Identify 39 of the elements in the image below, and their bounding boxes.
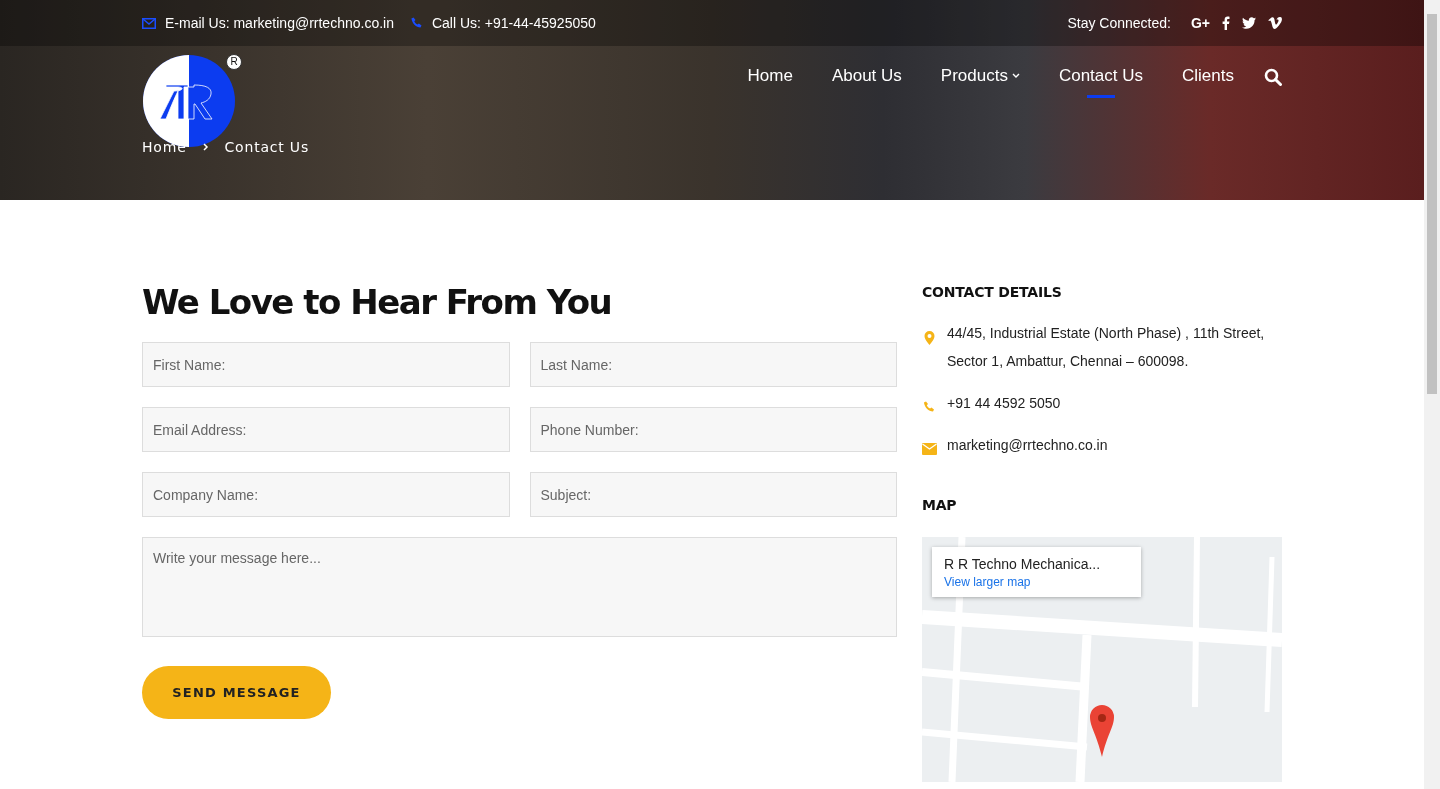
message-field[interactable]: Write your message here...: [142, 537, 897, 637]
chevron-icon: [202, 143, 209, 151]
vimeo-icon[interactable]: [1268, 17, 1282, 29]
map-pin-icon: [1090, 705, 1114, 757]
form-heading: We Love to Hear From You: [142, 282, 613, 322]
envelope-icon: [142, 17, 156, 29]
send-message-button[interactable]: SEND MESSAGE: [142, 666, 331, 719]
twitter-icon[interactable]: [1242, 17, 1256, 29]
input-field[interactable]: Company Name:: [142, 472, 510, 517]
map-heading: MAP: [922, 497, 958, 513]
phone-text: +91 44 4592 5050: [947, 394, 1061, 413]
nav-link[interactable]: Clients: [1182, 66, 1234, 98]
input-field[interactable]: Subject:: [529, 472, 897, 517]
nav-link[interactable]: Products: [940, 66, 1020, 98]
nav-link[interactable]: About Us: [831, 66, 902, 98]
nav-link[interactable]: Contact Us: [1058, 66, 1144, 98]
input-field[interactable]: First Name:: [142, 342, 510, 387]
google-plus-link[interactable]: G+: [1190, 15, 1210, 31]
map-pin-icon: [922, 331, 937, 345]
phone-text: Call Us: +91-44-45925050: [431, 15, 596, 31]
facebook-icon[interactable]: [1222, 16, 1230, 30]
input-field[interactable]: Email Address:: [142, 407, 510, 452]
email-text: E-mail Us: marketing@rrtechno.co.in: [165, 15, 394, 31]
breadcrumb-current[interactable]: Contact Us: [224, 139, 309, 155]
input-field[interactable]: Last Name:: [529, 342, 897, 387]
nav-link[interactable]: Home: [747, 66, 793, 98]
phone-icon: [922, 401, 937, 413]
registered-mark: R: [226, 54, 242, 70]
stay-connected-label: Stay Connected:: [1067, 15, 1171, 31]
address-text: 44/45, Industrial Estate (North Phase) , 11th Street, Sector 1, Ambattur, Chennai – 600098.: [947, 324, 1266, 371]
view-larger-map-link[interactable]: View larger map: [944, 575, 1129, 589]
email-text: marketing@rrtechno.co.in: [947, 436, 1108, 455]
scrollbar[interactable]: [1424, 0, 1440, 789]
phone-icon: [410, 17, 423, 29]
place-name: R R Techno Mechanica...: [944, 556, 1102, 572]
envelope-icon: [922, 443, 937, 455]
contact-details-heading: CONTACT DETAILS: [922, 284, 1063, 300]
search-icon[interactable]: [1264, 68, 1282, 86]
input-field[interactable]: Phone Number:: [529, 407, 897, 452]
